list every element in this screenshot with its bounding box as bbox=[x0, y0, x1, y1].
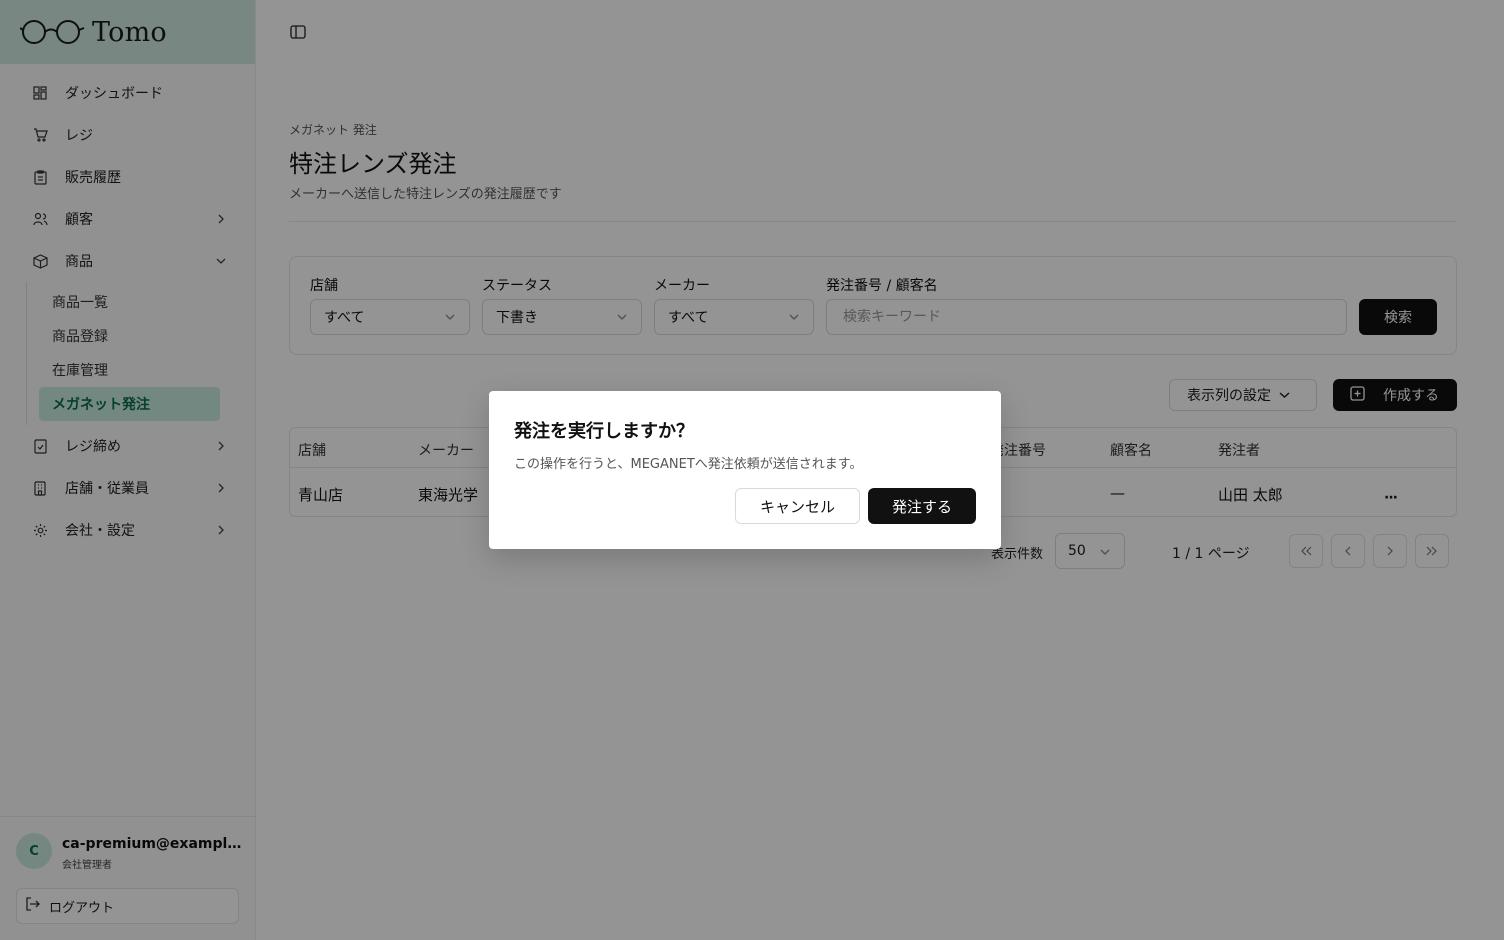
dialog-title: 発注を実行しますか？ bbox=[514, 421, 694, 442]
confirm-dialog: 発注を実行しますか？ この操作を行うと、MEGANETへ発注依頼が送信されます。… bbox=[489, 391, 1001, 549]
cancel-button[interactable]: キャンセル bbox=[735, 488, 860, 524]
confirm-order-button[interactable]: 発注する bbox=[868, 488, 976, 524]
dialog-message: この操作を行うと、MEGANETへ発注依頼が送信されます。 bbox=[514, 457, 863, 472]
